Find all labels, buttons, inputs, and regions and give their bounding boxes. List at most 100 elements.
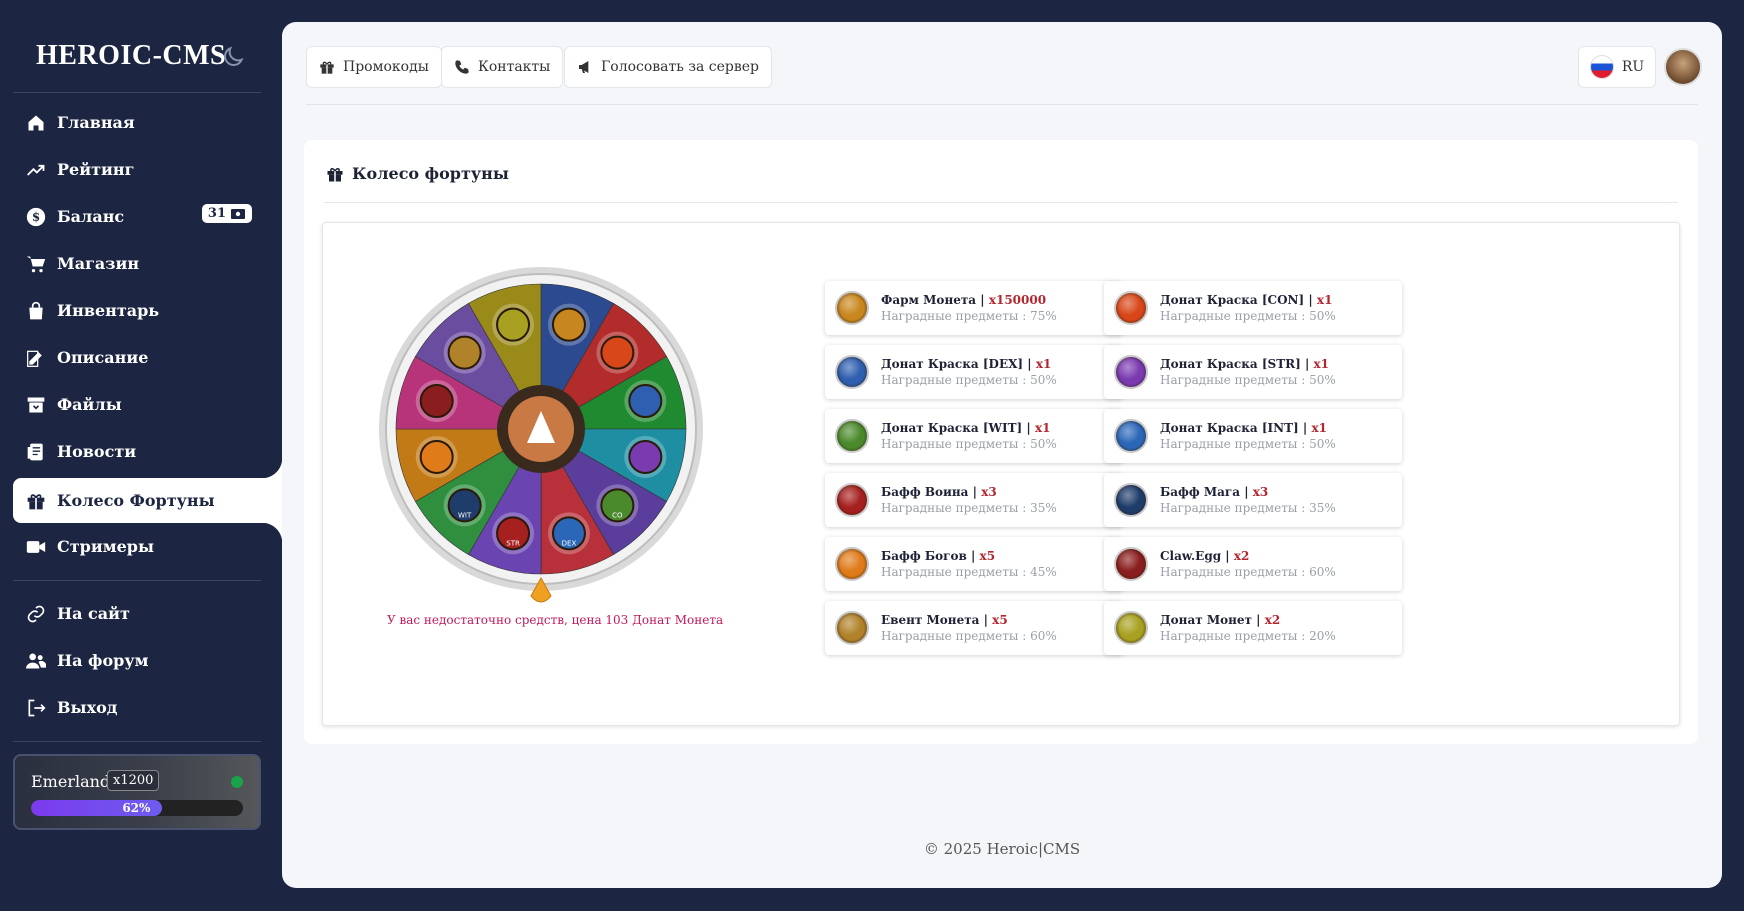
prize-item-icon xyxy=(1114,547,1148,581)
contacts-label: Контакты xyxy=(478,59,551,75)
prize-item: Евент Монета | x5 Наградные предметы : 60… xyxy=(825,601,1123,655)
wheel-slot-item-icon xyxy=(551,307,586,342)
prize-chance: Наградные предметы : 45% xyxy=(881,565,1057,579)
sidebar-item-label: Баланс xyxy=(57,207,125,226)
prize-name: Донат Краска [CON] xyxy=(1160,293,1305,307)
sidebar-item-shop[interactable]: Магазин xyxy=(13,241,282,286)
sidebar-item-streamers[interactable]: Стримеры xyxy=(13,524,282,569)
link-icon xyxy=(25,603,47,625)
main-panel: Промокоды Контакты Голосовать за сервер … xyxy=(282,22,1722,888)
prize-chance: Наградные предметы : 60% xyxy=(881,629,1057,643)
contacts-button[interactable]: Контакты xyxy=(441,46,564,88)
sidebar: HEROIC-CMS Главная Рейтинг $ Баланс 31 М… xyxy=(0,0,282,911)
prize-name: Донат Краска [INT] xyxy=(1160,421,1299,435)
sidebar-item-label: Выход xyxy=(57,698,118,717)
prize-item: Донат Краска [INT] | x1 Наградные предмет… xyxy=(1104,409,1402,463)
avatar[interactable] xyxy=(1664,48,1702,86)
sidebar-item-files[interactable]: Файлы xyxy=(13,382,282,427)
wheel-slot-label: DEX xyxy=(562,539,577,547)
prize-chance: Наградные предметы : 20% xyxy=(1160,629,1336,643)
sidebar-item-description[interactable]: Описание xyxy=(13,335,282,380)
wheel-container: CO DEX STR WIT У вас недостаточно средств, … xyxy=(322,222,1680,726)
prize-multiplier: x3 xyxy=(1252,485,1269,499)
prize-item: Бафф Мага | x3 Наградные предметы : 35% xyxy=(1104,473,1402,527)
prize-item-icon xyxy=(835,483,869,517)
prize-item: Донат Монет | x2 Наградные предметы : 20% xyxy=(1104,601,1402,655)
prize-multiplier: x2 xyxy=(1233,549,1250,563)
page-title: Колесо фортуны xyxy=(352,164,509,183)
prize-multiplier: x5 xyxy=(992,613,1008,627)
prize-chance: Наградные предметы : 50% xyxy=(1160,309,1336,323)
sidebar-item-balance[interactable]: $ Баланс 31 xyxy=(13,194,282,239)
sidebar-item-forum[interactable]: На форум xyxy=(13,638,282,683)
prize-item: Фарм Монета | x150000 Наградные предметы … xyxy=(825,281,1123,335)
sidebar-item-label: Магазин xyxy=(57,254,140,273)
wheel-slot-label: STR xyxy=(506,539,520,547)
server-status-card[interactable]: Emerland x1200 62% xyxy=(13,754,261,830)
trending-up-icon xyxy=(25,159,47,181)
wheel-slot-label: WIT xyxy=(458,511,472,519)
prize-multiplier: x1 xyxy=(1316,293,1333,307)
moon-icon[interactable] xyxy=(220,44,246,70)
wheel-slot-item-icon xyxy=(600,335,635,370)
gift-icon xyxy=(320,61,334,74)
archive-icon xyxy=(25,394,47,416)
fortune-wheel[interactable]: CO DEX STR WIT xyxy=(363,259,719,615)
prize-item: Бафф Богов | x5 Наградные предметы : 45% xyxy=(825,537,1123,591)
wheel-slot-item-icon xyxy=(496,307,531,342)
server-rate: x1200 xyxy=(107,770,160,791)
sidebar-item-rating[interactable]: Рейтинг xyxy=(13,147,282,192)
sidebar-item-label: На сайт xyxy=(57,604,130,623)
sidebar-item-home[interactable]: Главная xyxy=(13,100,282,145)
promo-codes-button[interactable]: Промокоды xyxy=(306,46,442,88)
svg-text:$: $ xyxy=(32,210,40,224)
prize-item-icon xyxy=(1114,611,1148,645)
sidebar-item-inventory[interactable]: Инвентарь xyxy=(13,288,282,333)
sidebar-item-site[interactable]: На сайт xyxy=(13,591,282,636)
sidebar-item-logout[interactable]: Выход xyxy=(13,685,282,730)
insufficient-funds-message: У вас недостаточно средств, цена 103 Дон… xyxy=(387,613,724,627)
prize-name: Донат Краска [DEX] xyxy=(881,357,1024,371)
prize-chance: Наградные предметы : 50% xyxy=(881,437,1057,451)
prize-item-icon xyxy=(835,355,869,389)
prize-multiplier: x1 xyxy=(1034,421,1051,435)
divider xyxy=(13,580,261,581)
language-selector[interactable]: RU xyxy=(1578,46,1656,88)
sidebar-item-label: Инвентарь xyxy=(57,301,160,320)
server-progress-fill: 62% xyxy=(31,800,163,816)
prize-multiplier: x2 xyxy=(1264,613,1281,627)
bag-icon xyxy=(25,300,47,322)
prize-multiplier: x150000 xyxy=(988,293,1047,307)
sidebar-item-label: Рейтинг xyxy=(57,160,135,179)
gift-icon xyxy=(25,490,47,512)
wheel-slot-item-icon xyxy=(628,439,663,474)
prize-item-icon xyxy=(1114,483,1148,517)
prize-multiplier: x1 xyxy=(1311,421,1327,435)
vote-button[interactable]: Голосовать за сервер xyxy=(564,46,772,88)
brand-logo[interactable]: HEROIC-CMS xyxy=(36,40,226,72)
card-header: Колесо фортуны xyxy=(326,164,509,183)
news-icon xyxy=(25,441,47,463)
promo-codes-label: Промокоды xyxy=(343,59,429,75)
sidebar-item-label: На форум xyxy=(57,651,149,670)
users-icon xyxy=(25,650,47,672)
balance-count: 31 xyxy=(207,206,226,221)
prize-multiplier: x3 xyxy=(981,485,997,499)
sidebar-item-fortune-wheel[interactable]: Колесо Фортуны xyxy=(13,458,282,543)
wheel-slot-item-icon xyxy=(628,384,663,419)
server-progress-label: 62% xyxy=(122,801,151,815)
prize-name: Бафф Воина xyxy=(881,485,969,499)
sidebar-item-news[interactable]: Новости xyxy=(13,429,282,474)
divider xyxy=(13,741,261,742)
prize-item-icon xyxy=(835,611,869,645)
prize-item-icon xyxy=(1114,355,1148,389)
phone-icon xyxy=(455,60,469,74)
prize-name: Евент Монета xyxy=(881,613,980,627)
footer-copyright: © 2025 Heroic|CMS xyxy=(923,840,1081,858)
prize-name: Фарм Монета xyxy=(881,293,977,307)
sidebar-item-label: Колесо Фортуны xyxy=(57,491,215,510)
wheel-slot-item-icon xyxy=(419,384,454,419)
prize-name: Донат Краска [STR] xyxy=(1160,357,1301,371)
prize-multiplier: x1 xyxy=(1313,357,1330,371)
prize-multiplier: x5 xyxy=(979,549,996,563)
